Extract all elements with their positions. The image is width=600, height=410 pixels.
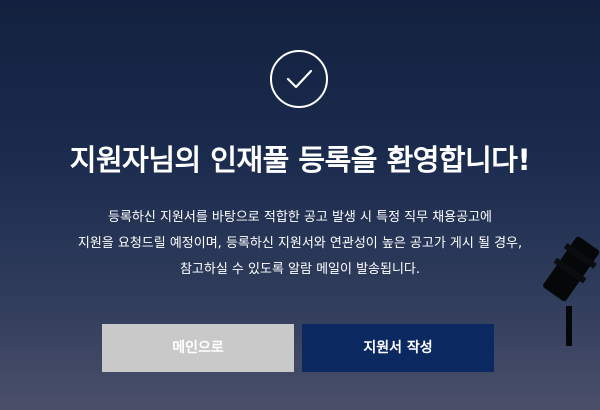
description-line: 지원을 요청드릴 예정이며, 등록하신 지원서와 연관성이 높은 공고가 게시 … — [77, 236, 523, 251]
write-application-button[interactable]: 지원서 작성 — [302, 324, 494, 372]
check-circle-icon — [270, 50, 328, 108]
main-page-button[interactable]: 메인으로 — [102, 324, 294, 372]
description-line: 참고하실 수 있도록 알람 메일이 발송됩니다. — [179, 262, 421, 277]
page-title: 지원자님의 인재풀 등록을 환영합니다! — [69, 143, 531, 177]
description: 등록하신 지원서를 바탕으로 적합한 공고 발생 시 특정 직무 채용공고에 지… — [0, 205, 600, 283]
description-line: 등록하신 지원서를 바탕으로 적합한 공고 발생 시 특정 직무 채용공고에 — [107, 210, 493, 225]
